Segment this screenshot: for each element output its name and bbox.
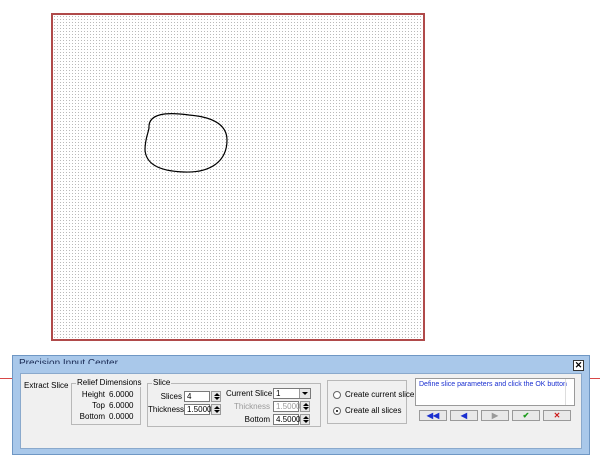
create-all-radio[interactable] [333, 407, 341, 415]
panel-body: Extract Slice Relief Dimensions Height 6… [20, 373, 582, 449]
current-thickness-stepper [300, 401, 310, 412]
current-thickness-input: 1.5000 [273, 401, 300, 412]
current-bottom-input[interactable]: 4.5000 [273, 414, 300, 425]
slices-stepper[interactable] [211, 391, 221, 402]
height-label: Height [81, 390, 105, 399]
closed-vector-shape[interactable] [51, 13, 425, 341]
create-all-label[interactable]: Create all slices [345, 406, 401, 415]
top-label: Top [92, 401, 105, 410]
current-slice-label: Current Slice [226, 389, 273, 398]
precision-input-center-panel: Precision Input Center ✕ Extract Slice R… [12, 355, 590, 455]
slice-group: Slice Slices 4 Thickness 1.5000 Current … [147, 378, 321, 427]
current-slice-value: 1 [276, 389, 281, 398]
back-button[interactable]: ◀ [450, 410, 478, 421]
current-bottom-label: Bottom [244, 415, 270, 424]
create-current-label[interactable]: Create current slice [345, 390, 414, 399]
next-button[interactable]: ▶ [481, 410, 509, 421]
create-current-radio[interactable] [333, 391, 341, 399]
bottom-label: Bottom [79, 412, 105, 421]
bottom-value: 0.0000 [109, 412, 134, 421]
slices-label: Slices [160, 392, 182, 401]
current-thickness-label: Thickness [233, 402, 270, 411]
current-bottom-stepper[interactable] [300, 414, 310, 425]
ok-button[interactable]: ✔ [512, 410, 540, 421]
prompt-message-box: Define slice parameters and click the OK… [415, 378, 575, 406]
cancel-button[interactable]: ✕ [543, 410, 571, 421]
chevron-down-icon[interactable] [299, 389, 310, 398]
thickness-stepper[interactable] [211, 404, 221, 415]
current-slice-select[interactable]: 1 [273, 388, 311, 399]
drawing-canvas[interactable] [51, 13, 425, 341]
close-button[interactable]: ✕ [573, 360, 584, 371]
relief-dimensions-group: Relief Dimensions Height 6.0000 Top 6.00… [71, 378, 143, 425]
extract-slice-label: Extract Slice [24, 381, 69, 390]
panel-title: Precision Input Center [19, 358, 118, 364]
first-button[interactable]: ◀◀ [419, 410, 447, 421]
top-value: 6.0000 [109, 401, 134, 410]
slices-input[interactable]: 4 [184, 391, 210, 402]
prompt-message: Define slice parameters and click the OK… [419, 381, 567, 388]
height-value: 6.0000 [109, 390, 134, 399]
create-options-group: Create current slice Create all slices [327, 380, 414, 424]
relief-dimensions-title: Relief Dimensions [76, 378, 143, 387]
message-scrollbar[interactable] [565, 379, 574, 405]
slice-title: Slice [152, 378, 172, 387]
thickness-input[interactable]: 1.5000 [184, 404, 211, 415]
thickness-label: Thickness [148, 405, 185, 414]
